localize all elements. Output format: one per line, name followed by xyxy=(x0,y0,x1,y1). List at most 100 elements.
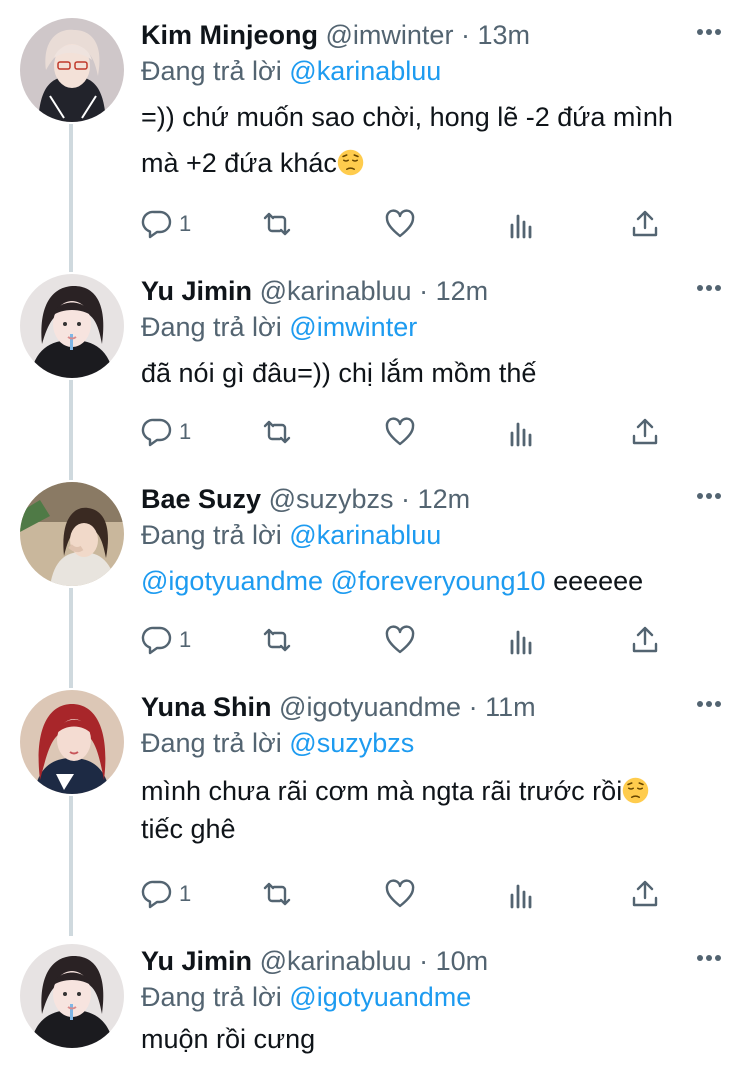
like-icon xyxy=(385,209,415,238)
reply-count: 1 xyxy=(179,627,192,652)
avatar[interactable] xyxy=(20,18,124,122)
analytics-icon xyxy=(510,884,532,909)
replying-to: Đang trả lời @karinabluu xyxy=(141,518,726,552)
reply-button[interactable]: 1 xyxy=(141,874,191,914)
timestamp[interactable]: 13m xyxy=(477,20,530,50)
tweet-text-line: =)) chứ muốn sao chời, hong lẽ -2 đứa mì… xyxy=(141,102,673,132)
tweet-actions: 1 xyxy=(141,204,726,244)
reply-button[interactable]: 1 xyxy=(141,412,191,452)
timestamp[interactable]: 12m xyxy=(418,484,471,514)
replying-to-mention[interactable]: @suzybzs xyxy=(289,728,414,758)
like-button[interactable] xyxy=(384,874,416,914)
more-icon[interactable] xyxy=(696,700,722,708)
tweet-text: muộn rồi cưng xyxy=(141,1024,316,1054)
user-handle[interactable]: @suzybzs xyxy=(269,484,394,514)
analytics-button[interactable] xyxy=(506,412,538,452)
reply-icon xyxy=(141,418,172,447)
tweet-text: đã nói gì đâu=)) chị lắm mồm thế xyxy=(141,358,537,388)
replying-label: Đang trả lời xyxy=(141,728,282,758)
replying-to-mention[interactable]: @karinabluu xyxy=(289,56,441,86)
reply-button[interactable]: 1 xyxy=(141,620,191,660)
tweet-text-tail: eeeeee xyxy=(545,566,644,596)
user-handle[interactable]: @karinabluu xyxy=(260,946,412,976)
tweet-actions: 1 xyxy=(141,620,726,660)
analytics-icon xyxy=(510,214,532,239)
tweet[interactable]: Yu Jimin @karinabluu · 12m Đang trả lời … xyxy=(0,274,750,474)
avatar-photo xyxy=(20,690,124,794)
more-icon[interactable] xyxy=(696,284,722,292)
replying-label: Đang trả lời xyxy=(141,520,282,550)
replying-to-mention[interactable]: @karinabluu xyxy=(289,520,441,550)
separator-dot: · xyxy=(401,484,411,514)
more-icon[interactable] xyxy=(696,28,722,36)
tweet[interactable]: Bae Suzy @suzybzs · 12m Đang trả lời @ka… xyxy=(0,482,750,682)
reply-icon xyxy=(141,210,172,239)
avatar-photo xyxy=(20,18,124,122)
like-button[interactable] xyxy=(384,204,416,244)
replying-to: Đang trả lời @suzybzs xyxy=(141,726,726,760)
replying-to-mention[interactable]: @imwinter xyxy=(289,312,417,342)
reply-button[interactable]: 1 xyxy=(141,204,191,244)
display-name[interactable]: Yuna Shin xyxy=(141,692,272,722)
share-button[interactable] xyxy=(629,204,661,244)
avatar[interactable] xyxy=(20,274,124,378)
replying-to-mention[interactable]: @igotyuandme xyxy=(289,982,471,1012)
retweet-button[interactable] xyxy=(261,620,293,660)
like-icon xyxy=(385,879,415,908)
retweet-icon xyxy=(263,628,291,652)
avatar[interactable] xyxy=(20,482,124,586)
tweet[interactable]: Yuna Shin @igotyuandme · 11m Đang trả lờ… xyxy=(0,690,750,930)
tweet-actions: 1 xyxy=(141,412,726,452)
share-icon xyxy=(632,626,658,653)
replying-label: Đang trả lời xyxy=(141,982,282,1012)
share-button[interactable] xyxy=(629,412,661,452)
display-name[interactable]: Yu Jimin xyxy=(141,276,252,306)
analytics-button[interactable] xyxy=(506,620,538,660)
tweet[interactable]: Kim Minjeong @imwinter · 13m Đang trả lờ… xyxy=(0,18,750,268)
user-handle[interactable]: @karinabluu xyxy=(260,276,412,306)
separator-dot: · xyxy=(468,692,478,722)
pensive-face-emoji xyxy=(337,149,364,176)
more-icon[interactable] xyxy=(696,492,722,500)
analytics-button[interactable] xyxy=(506,874,538,914)
display-name[interactable]: Yu Jimin xyxy=(141,946,252,976)
share-button[interactable] xyxy=(629,874,661,914)
tweet[interactable]: Yu Jimin @karinabluu · 10m Đang trả lời … xyxy=(0,944,750,1064)
tweet-text: @igotyuandme @foreveryoung10 eeeeee xyxy=(141,558,726,604)
mention-link[interactable]: @foreveryoung10 xyxy=(331,566,546,596)
like-button[interactable] xyxy=(384,620,416,660)
replying-to: Đang trả lời @karinabluu xyxy=(141,54,726,88)
reply-count: 1 xyxy=(179,211,192,236)
tweet-header: Kim Minjeong @imwinter · 13m xyxy=(141,18,726,52)
tweet-text: mình chưa rãi cơm mà ngta rãi trước rồi … xyxy=(141,772,726,848)
reply-count: 1 xyxy=(179,881,192,906)
analytics-button[interactable] xyxy=(506,204,538,244)
like-button[interactable] xyxy=(384,412,416,452)
retweet-icon xyxy=(263,420,291,444)
retweet-button[interactable] xyxy=(261,874,293,914)
retweet-button[interactable] xyxy=(261,412,293,452)
display-name[interactable]: Kim Minjeong xyxy=(141,20,318,50)
replying-label: Đang trả lời xyxy=(141,312,282,342)
avatar[interactable] xyxy=(20,690,124,794)
timestamp[interactable]: 10m xyxy=(436,946,489,976)
tweet-header: Yu Jimin @karinabluu · 12m xyxy=(141,274,726,308)
tweet-header: Yuna Shin @igotyuandme · 11m xyxy=(141,690,726,724)
tweet-header: Yu Jimin @karinabluu · 10m xyxy=(141,944,726,978)
tweet-text-line-2: tiếc ghê xyxy=(141,814,236,844)
more-icon[interactable] xyxy=(696,954,722,962)
avatar[interactable] xyxy=(20,944,124,1048)
reply-count: 1 xyxy=(179,419,192,444)
user-handle[interactable]: @imwinter xyxy=(326,20,454,50)
timestamp[interactable]: 11m xyxy=(485,692,536,722)
timestamp[interactable]: 12m xyxy=(436,276,489,306)
user-handle[interactable]: @igotyuandme xyxy=(279,692,461,722)
share-button[interactable] xyxy=(629,620,661,660)
tweet-actions: 1 xyxy=(141,874,726,914)
mention-link[interactable]: @igotyuandme xyxy=(141,566,323,596)
display-name[interactable]: Bae Suzy xyxy=(141,484,261,514)
retweet-button[interactable] xyxy=(261,204,293,244)
separator-dot: · xyxy=(419,946,429,976)
like-icon xyxy=(385,417,415,446)
reply-icon xyxy=(141,880,172,909)
